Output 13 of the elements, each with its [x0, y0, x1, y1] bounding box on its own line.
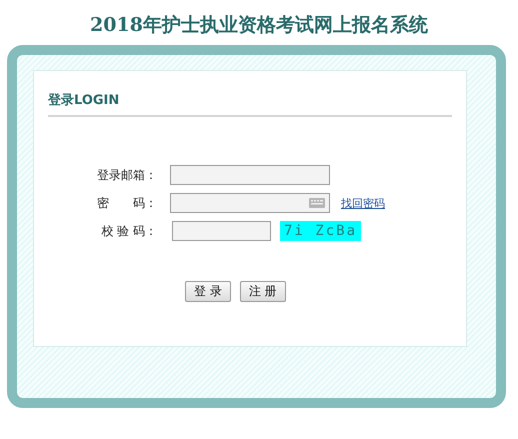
- login-heading: 登录LOGIN: [48, 91, 452, 117]
- login-button[interactable]: 登 录: [185, 281, 231, 302]
- keyboard-icon[interactable]: [309, 198, 325, 208]
- captcha-image: 7i ZcBa: [280, 221, 362, 241]
- field-label: 密 码：: [96, 194, 158, 212]
- field-label: 登录邮箱：: [96, 166, 158, 184]
- captcha-field[interactable]: [172, 221, 271, 241]
- forgot-password-link[interactable]: 找回密码: [341, 196, 385, 210]
- field-label: 校 验 码：: [100, 222, 158, 240]
- email-field[interactable]: [170, 165, 330, 185]
- register-button[interactable]: 注 册: [240, 281, 286, 302]
- password-field[interactable]: [170, 193, 330, 213]
- page-title: 2018年护士执业资格考试网上报名系统: [89, 13, 429, 38]
